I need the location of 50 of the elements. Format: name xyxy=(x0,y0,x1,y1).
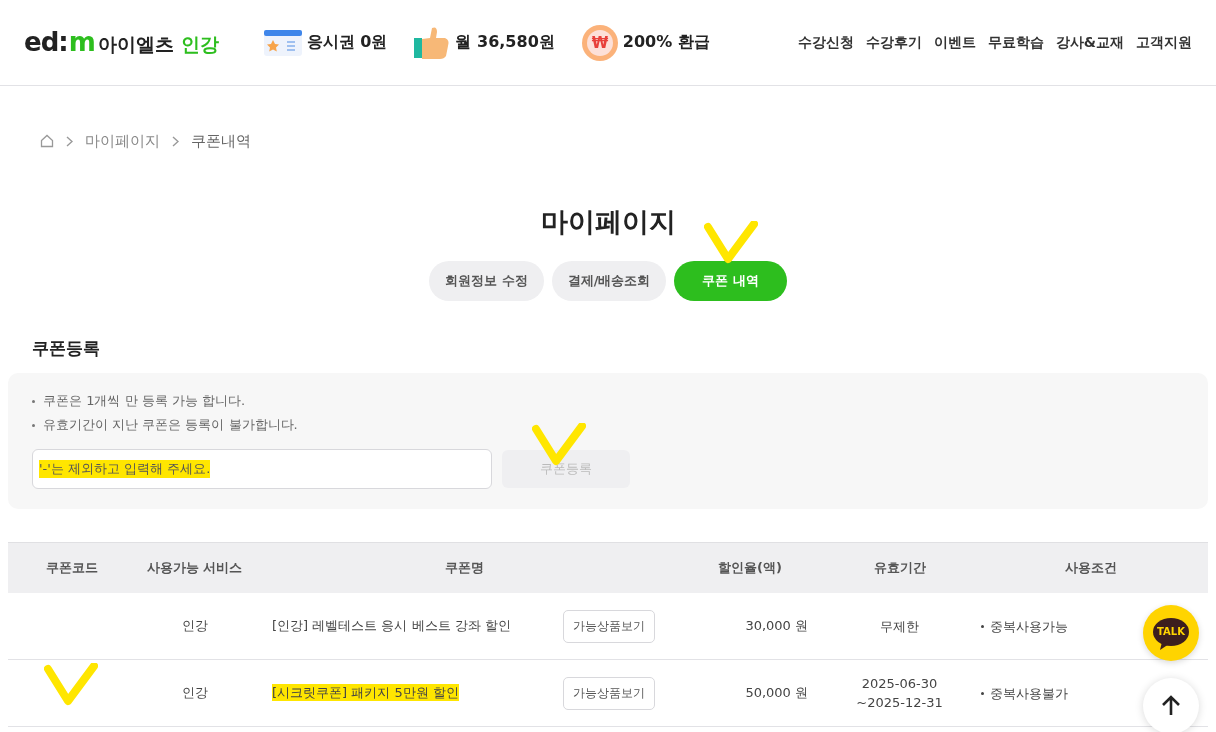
table-cell: 인강 xyxy=(135,593,254,660)
column-header: 사용조건 xyxy=(973,542,1208,593)
nav-link[interactable]: 강사&교재 xyxy=(1055,33,1124,52)
home-icon[interactable] xyxy=(40,134,54,148)
promo-text[interactable]: 200% 환급 xyxy=(622,32,710,53)
view-products-button[interactable]: 가능상품보기 xyxy=(563,609,655,643)
chevron-right-icon xyxy=(66,135,73,147)
page-title: 마이페이지 xyxy=(539,205,677,239)
coupon-name: [인강] 레벨테스트 응시 베스트 강좌 할인 xyxy=(272,618,511,633)
table-cell: 30,000 원 xyxy=(674,593,826,660)
nav-link[interactable]: 고객지원 xyxy=(1136,33,1192,52)
nav-link[interactable]: 수강후기 xyxy=(865,33,922,52)
ticket-icon xyxy=(262,28,303,57)
arrow-up-icon xyxy=(1161,695,1181,717)
bullet-icon xyxy=(32,424,35,427)
won-coin-icon: ₩ xyxy=(580,23,619,62)
nav-link[interactable]: 수강신청 xyxy=(797,33,854,52)
breadcrumb-link[interactable]: 마이페이지 xyxy=(85,131,160,151)
section-title: 쿠폰등록 xyxy=(32,337,101,359)
bullet-icon xyxy=(981,625,984,629)
usage-condition: 중복사용불가 xyxy=(990,684,1068,703)
thumbs-up-icon xyxy=(413,25,452,60)
bullet-icon xyxy=(32,400,35,403)
bullet-icon xyxy=(981,692,984,696)
column-header: 쿠폰명 xyxy=(254,542,674,593)
validity-period: 무제한 xyxy=(880,617,919,636)
coupon-code-field[interactable]: '-'는 제외하고 입력해 주세요. xyxy=(39,459,211,479)
tab[interactable]: 회원정보 수정 xyxy=(429,261,544,301)
nav-link[interactable]: 무료학습 xyxy=(987,33,1044,52)
column-header: 쿠폰코드 xyxy=(8,542,135,593)
promo-text[interactable]: 응시권 0원 xyxy=(306,32,388,53)
column-header: 사용가능 서비스 xyxy=(135,542,254,593)
table-cell: 인강 xyxy=(135,659,254,727)
tab[interactable]: 결제/배송조회 xyxy=(551,261,667,301)
column-header: 유효기간 xyxy=(826,542,973,593)
usage-condition: 중복사용가능 xyxy=(990,617,1068,636)
promo-text[interactable]: 월 36,580원 xyxy=(455,32,555,53)
table-cell: 50,000 원 xyxy=(674,659,826,727)
note-text: 유효기간이 지난 쿠폰은 등록이 불가합니다. xyxy=(43,416,298,434)
coupon-name: [시크릿쿠폰] 패키지 5만원 할인 xyxy=(272,684,459,701)
nav-link[interactable]: 이벤트 xyxy=(933,33,976,52)
breadcrumb-link[interactable]: 쿠폰내역 xyxy=(191,131,251,151)
note-text: 쿠폰은 1개씩 만 등록 가능 합니다. xyxy=(43,392,246,410)
chevron-right-icon xyxy=(172,135,179,147)
view-products-button[interactable]: 가능상품보기 xyxy=(563,676,655,710)
scroll-top-button[interactable] xyxy=(1143,678,1199,732)
chat-button[interactable]: TALK xyxy=(1143,605,1199,661)
validity-period: 2025-06-30 ~2025-12-31 xyxy=(856,675,943,712)
logo[interactable]: ed:m 아이엘츠 인강 xyxy=(24,27,219,58)
column-header: 할인율(액) xyxy=(674,542,826,593)
